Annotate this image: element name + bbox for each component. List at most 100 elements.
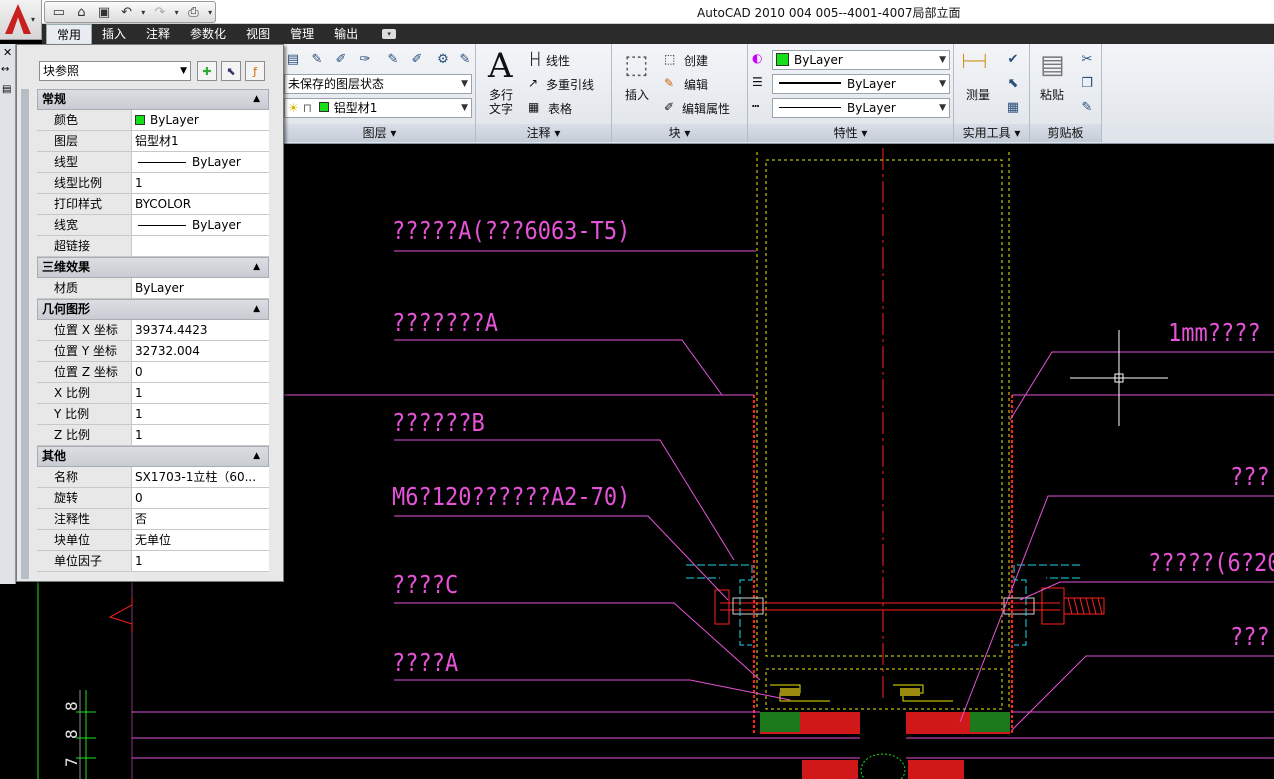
property-row[interactable]: 线型 ByLayer xyxy=(37,152,269,173)
linetype-icon[interactable]: ☰ xyxy=(752,75,763,89)
property-row[interactable]: 位置 Y 坐标 32732.004 xyxy=(37,341,269,362)
layer-tool-icon[interactable]: ✐ xyxy=(332,50,350,68)
insert-button[interactable]: 插入 xyxy=(625,86,649,103)
drawing-label[interactable]: ??? xyxy=(1230,623,1270,652)
open-file-icon[interactable]: ⌂ xyxy=(71,3,93,21)
scrollbar-thumb[interactable] xyxy=(21,89,29,579)
undo-icon[interactable]: ↶ xyxy=(116,3,138,21)
property-value[interactable]: 无单位 xyxy=(132,530,269,550)
edit-attribute-button[interactable]: 编辑属性 xyxy=(682,100,730,117)
calculator-icon[interactable]: ▦ xyxy=(1004,98,1022,116)
undo-dropdown-icon[interactable]: ▾ xyxy=(138,3,148,21)
tab-manage[interactable]: 管理 xyxy=(280,24,324,44)
annotation-panel-title[interactable]: 注释 ▾ xyxy=(476,124,611,142)
tab-home[interactable]: 常用 xyxy=(46,24,93,44)
property-value[interactable]: 32732.004 xyxy=(132,341,269,361)
table-button[interactable]: 表格 xyxy=(548,100,572,117)
property-value[interactable]: 0 xyxy=(132,488,269,508)
drawing-label[interactable]: ?????A(???6063-T5) xyxy=(392,217,630,246)
property-row[interactable]: 材质 ByLayer xyxy=(37,278,269,299)
properties-panel-title[interactable]: 特性 ▾ xyxy=(748,124,953,142)
select-icon[interactable]: ⬉ xyxy=(1004,74,1022,92)
property-section-header[interactable]: 其他 ▲ xyxy=(37,446,269,467)
ribbon-minimize-button[interactable]: ▾ xyxy=(382,29,397,39)
paste-button[interactable]: 粘贴 xyxy=(1040,86,1064,103)
drawing-label[interactable]: 1mm???? xyxy=(1168,319,1261,348)
linear-dim-button[interactable]: 线性 xyxy=(546,52,570,69)
close-icon[interactable]: ✕ xyxy=(3,46,12,59)
layers-panel-title[interactable]: 图层 ▾ xyxy=(284,124,475,142)
property-row[interactable]: 线型比例 1 xyxy=(37,173,269,194)
linetype-dropdown[interactable]: ByLayer ▼ xyxy=(772,74,950,94)
property-value[interactable]: 0 xyxy=(132,362,269,382)
save-icon[interactable]: ▣ xyxy=(93,3,115,21)
layer-tool-icon[interactable]: ▤ xyxy=(284,50,302,68)
block-panel-title[interactable]: 块 ▾ xyxy=(612,124,747,142)
tab-output[interactable]: 输出 xyxy=(324,24,368,44)
create-button[interactable]: 创建 xyxy=(684,52,708,69)
color-dropdown[interactable]: ByLayer ▼ xyxy=(772,50,950,70)
drawing-label[interactable]: ?????(6?20 xyxy=(1148,549,1274,578)
property-row[interactable]: 图层 铝型材1 xyxy=(37,131,269,152)
new-file-icon[interactable]: ▭ xyxy=(48,3,70,21)
application-menu-button[interactable]: ▾ xyxy=(0,0,42,40)
property-value[interactable]: BYCOLOR xyxy=(132,194,269,214)
property-value[interactable]: ByLayer xyxy=(132,152,269,172)
palette-menu-icon[interactable]: ▤ xyxy=(2,84,11,95)
property-value[interactable]: 1 xyxy=(132,383,269,403)
property-value[interactable]: 1 xyxy=(132,173,269,193)
tab-insert[interactable]: 插入 xyxy=(92,24,136,44)
redo-dropdown-icon[interactable]: ▾ xyxy=(172,3,182,21)
measure-icon[interactable]: ├──┤ xyxy=(960,54,989,68)
layer-tool-icon[interactable]: ✎ xyxy=(456,50,474,68)
layer-tool-icon[interactable]: ✎ xyxy=(308,50,326,68)
drawing-label[interactable]: ???????A xyxy=(392,309,498,338)
copy-icon[interactable]: ❐ xyxy=(1078,74,1096,92)
redo-icon[interactable]: ↷ xyxy=(149,3,171,21)
property-value[interactable]: ByLayer xyxy=(132,215,269,235)
tab-view[interactable]: 视图 xyxy=(236,24,280,44)
property-row[interactable]: X 比例 1 xyxy=(37,383,269,404)
layer-tool-icon[interactable]: ✎ xyxy=(384,50,402,68)
property-row[interactable]: 单位因子 1 xyxy=(37,551,269,572)
property-value[interactable]: ByLayer xyxy=(132,278,269,298)
tab-parametric[interactable]: 参数化 xyxy=(180,24,236,44)
lineweight-dropdown[interactable]: ByLayer ▼ xyxy=(772,98,950,118)
collapse-icon[interactable]: ▲ xyxy=(253,90,260,109)
print-icon[interactable]: ⎙ xyxy=(183,3,205,21)
palette-scrollbar[interactable] xyxy=(21,89,29,579)
collapse-icon[interactable]: ▲ xyxy=(253,258,260,277)
property-row[interactable]: 颜色 ByLayer xyxy=(37,110,269,131)
property-row[interactable]: 位置 X 坐标 39374.4423 xyxy=(37,320,269,341)
qat-dropdown-icon[interactable]: ▾ xyxy=(205,3,215,21)
multileader-button[interactable]: 多重引线 xyxy=(546,76,594,93)
property-row[interactable]: 超链接 xyxy=(37,236,269,257)
property-row[interactable]: Z 比例 1 xyxy=(37,425,269,446)
property-value[interactable]: 1 xyxy=(132,551,269,571)
property-value[interactable]: 铝型材1 xyxy=(132,131,269,151)
drawing-label[interactable]: ????A xyxy=(392,649,458,678)
drawing-label[interactable]: ??? xyxy=(1230,463,1270,492)
property-row[interactable]: 块单位 无单位 xyxy=(37,530,269,551)
property-row[interactable]: 打印样式 BYCOLOR xyxy=(37,194,269,215)
edit-button[interactable]: 编辑 xyxy=(684,76,708,93)
property-value[interactable] xyxy=(132,236,269,256)
property-value[interactable]: 否 xyxy=(132,509,269,529)
object-type-dropdown[interactable]: 块参照 ▼ xyxy=(39,61,191,81)
measure-button[interactable]: 测量 xyxy=(966,86,990,103)
property-value[interactable]: ByLayer xyxy=(132,110,269,130)
property-row[interactable]: 线宽 ByLayer xyxy=(37,215,269,236)
collapse-icon[interactable]: ▲ xyxy=(253,300,260,319)
tab-annotate[interactable]: 注释 xyxy=(136,24,180,44)
layer-tool-icon[interactable]: ✐ xyxy=(408,50,426,68)
layer-dropdown[interactable]: ☀ ⊓ 铝型材1 ▼ xyxy=(284,98,472,118)
mtext-label-2[interactable]: 文字 xyxy=(489,100,513,117)
insert-block-icon[interactable]: ⬚ xyxy=(624,50,649,80)
layer-tool-icon[interactable]: ✑ xyxy=(356,50,374,68)
property-value[interactable]: SX1703-1立柱（60... xyxy=(132,467,269,487)
drawing-label[interactable]: M6?120??????A2-70) xyxy=(392,483,630,512)
layer-tool-icon[interactable]: ⚙ xyxy=(434,50,452,68)
property-value[interactable]: 1 xyxy=(132,404,269,424)
select-objects-button[interactable]: ⬉ xyxy=(221,61,241,81)
quick-select-button[interactable]: ƒ xyxy=(245,61,265,81)
